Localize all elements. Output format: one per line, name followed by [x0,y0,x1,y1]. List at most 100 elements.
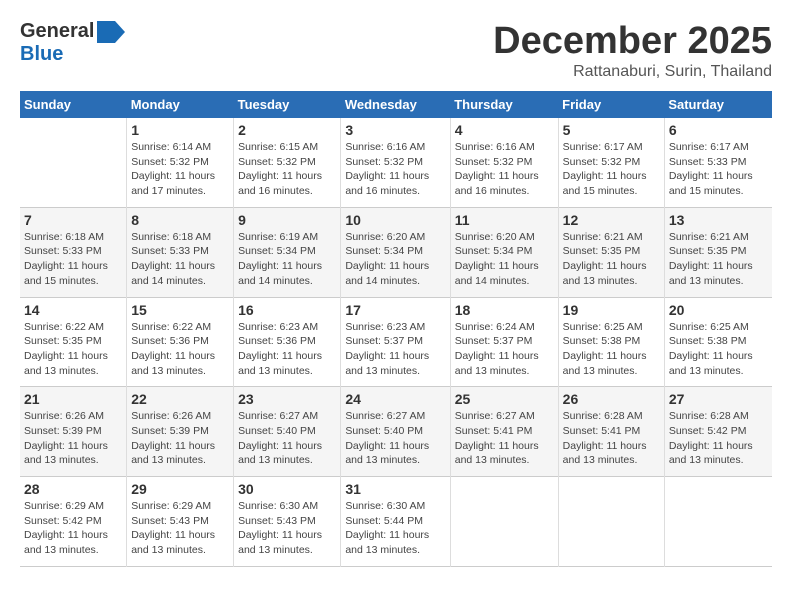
day-cell: 30Sunrise: 6:30 AM Sunset: 5:43 PM Dayli… [234,477,341,567]
day-info: Sunrise: 6:27 AM Sunset: 5:40 PM Dayligh… [238,409,336,468]
day-info: Sunrise: 6:27 AM Sunset: 5:41 PM Dayligh… [455,409,554,468]
day-number: 25 [455,391,554,407]
week-row-2: 7Sunrise: 6:18 AM Sunset: 5:33 PM Daylig… [20,207,772,297]
day-info: Sunrise: 6:19 AM Sunset: 5:34 PM Dayligh… [238,230,336,289]
day-number: 31 [345,481,445,497]
day-info: Sunrise: 6:26 AM Sunset: 5:39 PM Dayligh… [24,409,122,468]
day-number: 8 [131,212,229,228]
day-cell [450,477,558,567]
day-number: 21 [24,391,122,407]
day-info: Sunrise: 6:18 AM Sunset: 5:33 PM Dayligh… [24,230,122,289]
day-number: 16 [238,302,336,318]
day-cell: 16Sunrise: 6:23 AM Sunset: 5:36 PM Dayli… [234,297,341,387]
day-cell: 31 Sunrise: 6:30 AM Sunset: 5:44 PM Dayli… [341,477,450,567]
day-number: 23 [238,391,336,407]
day-info: Sunrise: 6:20 AM Sunset: 5:34 PM Dayligh… [345,230,445,289]
day-number: 11 [455,212,554,228]
week-row-4: 21 Sunrise: 6:26 AM Sunset: 5:39 PM Dayli… [20,387,772,477]
day-number: 5 [563,122,660,138]
day-cell: 20 Sunrise: 6:25 AM Sunset: 5:38 PM Dayli… [664,297,772,387]
logo-blue-text: Blue [20,43,63,65]
day-number: 29 [131,481,229,497]
day-number: 14 [24,302,122,318]
logo-general-text: General [20,20,94,43]
day-info: Sunrise: 6:25 AM Sunset: 5:38 PM Dayligh… [669,320,768,379]
day-number: 18 [455,302,554,318]
day-info: Sunrise: 6:15 AM Sunset: 5:32 PM Dayligh… [238,140,336,199]
day-cell: 2 Sunrise: 6:15 AM Sunset: 5:32 PM Daylig… [234,118,341,207]
weekday-thursday: Thursday [450,91,558,118]
day-info: Sunrise: 6:22 AM Sunset: 5:36 PM Dayligh… [131,320,229,379]
weekday-header-row: SundayMondayTuesdayWednesdayThursdayFrid… [20,91,772,118]
day-cell: 28 Sunrise: 6:29 AM Sunset: 5:42 PM Dayli… [20,477,127,567]
day-info: Sunrise: 6:24 AM Sunset: 5:37 PM Dayligh… [455,320,554,379]
page-header: General Blue December 2025 Rattanaburi, … [20,20,772,81]
day-cell: 19Sunrise: 6:25 AM Sunset: 5:38 PM Dayli… [558,297,664,387]
day-info: Sunrise: 6:20 AM Sunset: 5:34 PM Dayligh… [455,230,554,289]
day-cell: 12 Sunrise: 6:21 AM Sunset: 5:35 PM Dayli… [558,207,664,297]
day-cell: 7Sunrise: 6:18 AM Sunset: 5:33 PM Daylig… [20,207,127,297]
day-cell: 23 Sunrise: 6:27 AM Sunset: 5:40 PM Dayli… [234,387,341,477]
weekday-tuesday: Tuesday [234,91,341,118]
day-cell: 26 Sunrise: 6:28 AM Sunset: 5:41 PM Dayli… [558,387,664,477]
day-number: 3 [345,122,445,138]
day-info: Sunrise: 6:17 AM Sunset: 5:33 PM Dayligh… [669,140,768,199]
calendar-table: SundayMondayTuesdayWednesdayThursdayFrid… [20,91,772,567]
day-info: Sunrise: 6:16 AM Sunset: 5:32 PM Dayligh… [345,140,445,199]
day-info: Sunrise: 6:14 AM Sunset: 5:32 PM Dayligh… [131,140,229,199]
day-info: Sunrise: 6:23 AM Sunset: 5:37 PM Dayligh… [345,320,445,379]
day-info: Sunrise: 6:18 AM Sunset: 5:33 PM Dayligh… [131,230,229,289]
day-cell: 29 Sunrise: 6:29 AM Sunset: 5:43 PM Dayli… [127,477,234,567]
title-block: December 2025 Rattanaburi, Surin, Thaila… [493,20,772,81]
logo-icon [97,21,125,43]
day-cell: 11 Sunrise: 6:20 AM Sunset: 5:34 PM Dayli… [450,207,558,297]
day-number: 28 [24,481,122,497]
day-info: Sunrise: 6:17 AM Sunset: 5:32 PM Dayligh… [563,140,660,199]
week-row-3: 14Sunrise: 6:22 AM Sunset: 5:35 PM Dayli… [20,297,772,387]
day-cell: 21 Sunrise: 6:26 AM Sunset: 5:39 PM Dayli… [20,387,127,477]
day-number: 17 [345,302,445,318]
day-cell: 22Sunrise: 6:26 AM Sunset: 5:39 PM Dayli… [127,387,234,477]
day-cell: 24 Sunrise: 6:27 AM Sunset: 5:40 PM Dayli… [341,387,450,477]
weekday-wednesday: Wednesday [341,91,450,118]
day-cell [558,477,664,567]
day-number: 24 [345,391,445,407]
weekday-monday: Monday [127,91,234,118]
day-info: Sunrise: 6:30 AM Sunset: 5:44 PM Dayligh… [345,499,445,558]
day-cell: 1 Sunrise: 6:14 AM Sunset: 5:32 PM Daylig… [127,118,234,207]
day-cell: 13Sunrise: 6:21 AM Sunset: 5:35 PM Dayli… [664,207,772,297]
day-cell [20,118,127,207]
day-info: Sunrise: 6:27 AM Sunset: 5:40 PM Dayligh… [345,409,445,468]
day-cell: 4Sunrise: 6:16 AM Sunset: 5:32 PM Daylig… [450,118,558,207]
day-info: Sunrise: 6:29 AM Sunset: 5:42 PM Dayligh… [24,499,122,558]
day-info: Sunrise: 6:28 AM Sunset: 5:42 PM Dayligh… [669,409,768,468]
day-info: Sunrise: 6:30 AM Sunset: 5:43 PM Dayligh… [238,499,336,558]
day-cell: 15Sunrise: 6:22 AM Sunset: 5:36 PM Dayli… [127,297,234,387]
day-number: 27 [669,391,768,407]
day-info: Sunrise: 6:16 AM Sunset: 5:32 PM Dayligh… [455,140,554,199]
day-cell: 10Sunrise: 6:20 AM Sunset: 5:34 PM Dayli… [341,207,450,297]
day-info: Sunrise: 6:21 AM Sunset: 5:35 PM Dayligh… [563,230,660,289]
weekday-sunday: Sunday [20,91,127,118]
day-info: Sunrise: 6:21 AM Sunset: 5:35 PM Dayligh… [669,230,768,289]
day-cell: 3 Sunrise: 6:16 AM Sunset: 5:32 PM Daylig… [341,118,450,207]
day-cell: 5 Sunrise: 6:17 AM Sunset: 5:32 PM Daylig… [558,118,664,207]
weekday-friday: Friday [558,91,664,118]
day-info: Sunrise: 6:28 AM Sunset: 5:41 PM Dayligh… [563,409,660,468]
day-number: 9 [238,212,336,228]
day-number: 2 [238,122,336,138]
week-row-5: 28 Sunrise: 6:29 AM Sunset: 5:42 PM Dayli… [20,477,772,567]
day-cell [664,477,772,567]
day-number: 20 [669,302,768,318]
day-number: 26 [563,391,660,407]
location-title: Rattanaburi, Surin, Thailand [493,63,772,81]
day-info: Sunrise: 6:29 AM Sunset: 5:43 PM Dayligh… [131,499,229,558]
day-cell: 9 Sunrise: 6:19 AM Sunset: 5:34 PM Daylig… [234,207,341,297]
day-cell: 6Sunrise: 6:17 AM Sunset: 5:33 PM Daylig… [664,118,772,207]
month-title: December 2025 [493,20,772,63]
day-number: 12 [563,212,660,228]
day-number: 1 [131,122,229,138]
day-number: 22 [131,391,229,407]
day-cell: 27 Sunrise: 6:28 AM Sunset: 5:42 PM Dayli… [664,387,772,477]
day-number: 19 [563,302,660,318]
